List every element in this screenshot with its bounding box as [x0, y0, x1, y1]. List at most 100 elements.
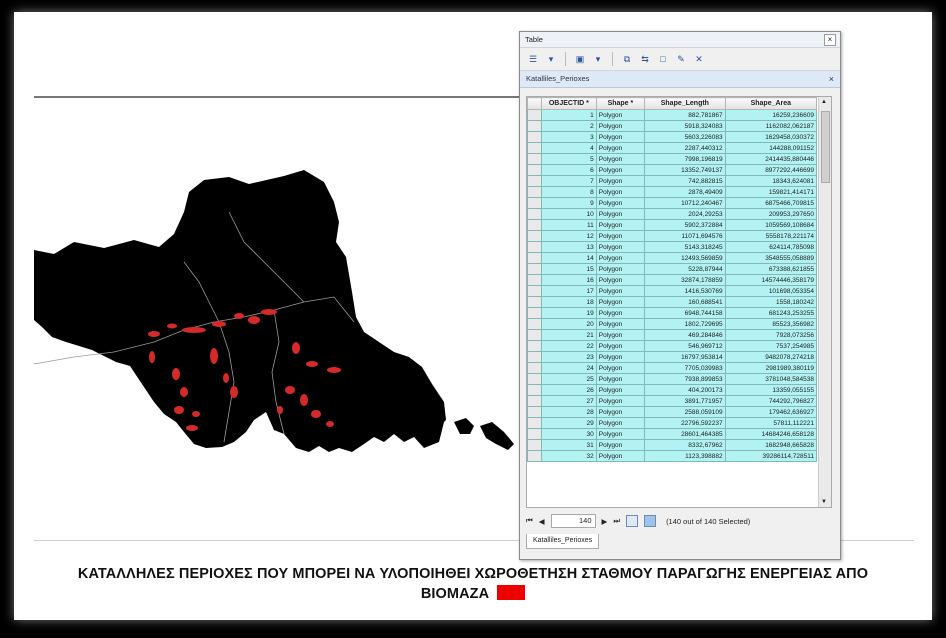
related-tables-icon[interactable]: ▣	[573, 52, 587, 66]
last-record-icon[interactable]: ⏭	[613, 516, 620, 526]
vertical-scrollbar[interactable]: ▲ ▼	[818, 97, 831, 507]
delete-selected-icon[interactable]: ✎	[674, 52, 688, 66]
table-row[interactable]: 24 Polygon 7705,039983 2981989,380119	[527, 362, 818, 374]
cell-shape-area: 3781048,584538	[724, 373, 818, 385]
table-window-titlebar[interactable]: Table ×	[520, 32, 840, 48]
row-selector[interactable]	[527, 395, 542, 407]
table-row[interactable]: 20 Polygon 1802,729695 85523,356982	[527, 318, 818, 330]
row-selector[interactable]	[527, 285, 542, 297]
close-tab-icon[interactable]: ×	[829, 71, 834, 87]
row-selector[interactable]	[527, 307, 542, 319]
row-selector[interactable]	[527, 164, 542, 176]
table-options-icon[interactable]: ☰	[526, 52, 540, 66]
current-record-field[interactable]: 140	[550, 514, 596, 528]
row-selector[interactable]	[527, 186, 542, 198]
row-selector[interactable]	[527, 241, 542, 253]
table-row[interactable]: 31 Polygon 8332,67962 1682948,665828	[527, 439, 818, 451]
row-selector[interactable]	[527, 175, 542, 187]
row-selector[interactable]	[527, 373, 542, 385]
table-row[interactable]: 27 Polygon 3891,771957 744292,796827	[527, 395, 818, 407]
row-selector[interactable]	[527, 120, 542, 132]
first-record-icon[interactable]: ⏮	[526, 516, 533, 526]
row-selector[interactable]	[527, 362, 542, 374]
table-row[interactable]: 2 Polygon 5918,324083 1162082,062187	[527, 120, 818, 132]
table-row[interactable]: 4 Polygon 2287,440312 144288,091152	[527, 142, 818, 154]
column-header-shape-length[interactable]: Shape_Length	[644, 97, 726, 110]
show-all-records-icon[interactable]	[626, 515, 639, 527]
table-row[interactable]: 12 Polygon 11071,694576 5558178,221174	[527, 230, 818, 242]
scroll-down-icon[interactable]: ▼	[821, 499, 827, 505]
table-row[interactable]: 7 Polygon 742,882815 18343,624081	[527, 175, 818, 187]
dropdown-arrow-icon[interactable]: ▾	[544, 52, 558, 66]
table-row[interactable]: 6 Polygon 13352,749137 8977292,446699	[527, 164, 818, 176]
column-header-shape-area[interactable]: Shape_Area	[724, 97, 818, 110]
table-toolbar: ☰ ▾ ▣ ▾ ⧉ ⇆ □ ✎ ✕	[520, 48, 840, 71]
row-selector[interactable]	[527, 197, 542, 209]
attribute-table-window[interactable]: Table × ☰ ▾ ▣ ▾ ⧉ ⇆ □ ✎ ✕ Katalliles_Per…	[519, 31, 841, 560]
row-selector[interactable]	[527, 252, 542, 264]
row-selector[interactable]	[527, 417, 542, 429]
table-row[interactable]: 8 Polygon 2878,49409 159821,414171	[527, 186, 818, 198]
row-selector[interactable]	[527, 219, 542, 231]
clear-selection-icon[interactable]: □	[656, 52, 670, 66]
scroll-up-icon[interactable]: ▲	[821, 99, 827, 105]
table-row[interactable]: 10 Polygon 2024,29253 209953,297650	[527, 208, 818, 220]
bottom-layer-tab[interactable]: Katalliles_Perioxes	[526, 534, 600, 549]
table-row[interactable]: 32 Polygon 1123,398882 39286114,728511	[527, 450, 818, 462]
table-row[interactable]: 11 Polygon 5902,372884 1059569,108684	[527, 219, 818, 231]
show-selected-records-icon[interactable]	[644, 515, 657, 527]
table-row[interactable]: 15 Polygon 5228,87944 673388,621855	[527, 263, 818, 275]
table-row[interactable]: 22 Polygon 546,969712 7537,254985	[527, 340, 818, 352]
row-selector[interactable]	[527, 274, 542, 286]
row-selector[interactable]	[527, 109, 542, 121]
delete-icon[interactable]: ✕	[692, 52, 706, 66]
layer-tab-bar[interactable]: Katalliles_Perioxes ×	[520, 71, 840, 88]
row-selector[interactable]	[527, 318, 542, 330]
select-by-attributes-icon[interactable]: ⧉	[620, 52, 634, 66]
table-row[interactable]: 3 Polygon 5603,226083 1629458,030372	[527, 131, 818, 143]
row-selector[interactable]	[527, 208, 542, 220]
table-row[interactable]: 9 Polygon 10712,240467 6875466,709815	[527, 197, 818, 209]
table-row[interactable]: 19 Polygon 6948,744158 681243,253255	[527, 307, 818, 319]
previous-record-icon[interactable]: ◀	[539, 517, 545, 526]
row-selector[interactable]	[527, 263, 542, 275]
row-selector[interactable]	[527, 296, 542, 308]
column-header-objectid[interactable]: OBJECTID *	[540, 97, 597, 110]
table-row[interactable]: 23 Polygon 16797,953814 9482078,274218	[527, 351, 818, 363]
row-selector-header[interactable]	[527, 97, 542, 110]
table-row[interactable]: 5 Polygon 7998,196819 2414435,880446	[527, 153, 818, 165]
table-row[interactable]: 25 Polygon 7938,899853 3781048,584538	[527, 373, 818, 385]
table-row[interactable]: 26 Polygon 404,200173 13359,055155	[527, 384, 818, 396]
dropdown-arrow-icon[interactable]: ▾	[591, 52, 605, 66]
table-row[interactable]: 21 Polygon 469,284846 7928,073256	[527, 329, 818, 341]
row-selector[interactable]	[527, 153, 542, 165]
close-icon[interactable]: ×	[824, 34, 836, 46]
table-row[interactable]: 13 Polygon 5143,318245 624114,785098	[527, 241, 818, 253]
cell-objectid: 6	[540, 164, 597, 176]
row-selector[interactable]	[527, 406, 542, 418]
table-row[interactable]: 29 Polygon 22796,592237 57811,112221	[527, 417, 818, 429]
row-selector[interactable]	[527, 131, 542, 143]
row-selector[interactable]	[527, 351, 542, 363]
row-selector[interactable]	[527, 340, 542, 352]
next-record-icon[interactable]: ▶	[602, 517, 608, 526]
column-header-shape[interactable]: Shape *	[595, 97, 646, 110]
cell-shape: Polygon	[595, 120, 646, 132]
row-selector[interactable]	[527, 384, 542, 396]
row-selector[interactable]	[527, 329, 542, 341]
scrollbar-thumb[interactable]	[821, 111, 830, 183]
table-row[interactable]: 18 Polygon 160,688541 1558,180242	[527, 296, 818, 308]
table-row[interactable]: 28 Polygon 2588,059109 179462,636927	[527, 406, 818, 418]
table-row[interactable]: 14 Polygon 12493,569859 3548555,058889	[527, 252, 818, 264]
row-selector[interactable]	[527, 450, 542, 462]
attribute-grid[interactable]: OBJECTID * Shape * Shape_Length Shape_Ar…	[526, 96, 832, 508]
switch-selection-icon[interactable]: ⇆	[638, 52, 652, 66]
row-selector[interactable]	[527, 439, 542, 451]
table-row[interactable]: 16 Polygon 32874,178859 14574446,358179	[527, 274, 818, 286]
row-selector[interactable]	[527, 428, 542, 440]
row-selector[interactable]	[527, 142, 542, 154]
row-selector[interactable]	[527, 230, 542, 242]
table-row[interactable]: 17 Polygon 1416,530769 101698,053354	[527, 285, 818, 297]
table-row[interactable]: 30 Polygon 28601,464385 14684246,658128	[527, 428, 818, 440]
table-row[interactable]: 1 Polygon 882,781867 16259,236609	[527, 109, 818, 121]
